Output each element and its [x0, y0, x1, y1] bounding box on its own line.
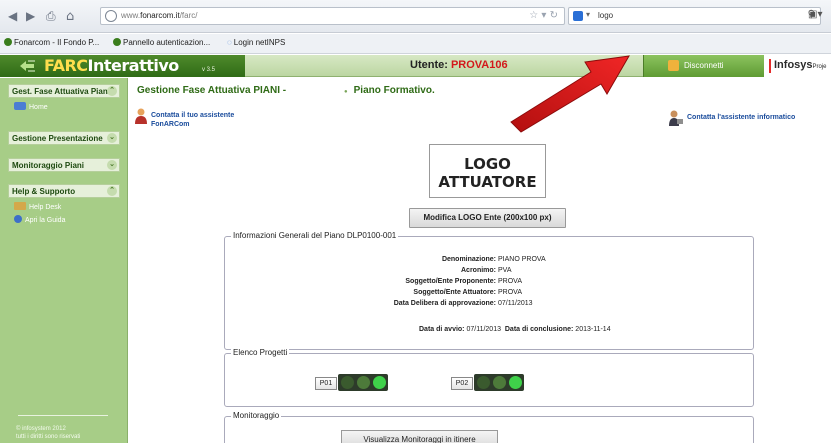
sidebar-section-gest-fase[interactable]: Gest. Fase Attuativa Piani ⌃	[8, 84, 120, 98]
bookmark-item[interactable]: ◌ Login netINPS	[227, 38, 285, 47]
browser-toolbar: ◀ ▶ ⎙ ⌂ www.fonarcom.it/farc/ ☆ ▾ ↻ ▾ lo…	[0, 0, 831, 33]
app-logo[interactable]: FARCInterattivo v 3.5	[0, 55, 245, 77]
edit-logo-button[interactable]: Modifica LOGO Ente (200x100 px)	[409, 208, 566, 228]
sidebar-section-monitoraggio[interactable]: Monitoraggio Piani ⌄	[8, 158, 120, 172]
status-traffic-light	[338, 374, 388, 391]
monitoring-panel: Monitoraggio Visualizza Monitoraggi in i…	[224, 411, 754, 443]
sidebar-item-help-desk[interactable]: Help Desk	[14, 202, 61, 211]
projects-legend: Elenco Progetti	[231, 348, 290, 357]
bookmark-icon	[113, 38, 121, 46]
bookmarks-bar: Fonarcom - Il Fondo P... Pannello autent…	[0, 34, 831, 54]
help-desk-icon	[14, 202, 26, 210]
sidebar-divider	[18, 415, 108, 416]
main-content: Gestione Fase Attuativa PIANI - ● Piano F…	[129, 78, 831, 443]
project-code[interactable]: P02	[451, 377, 473, 390]
plan-info-panel: Informazioni Generali del Piano DLP0100-…	[224, 231, 754, 350]
brand-bar	[769, 59, 771, 73]
search-bar[interactable]: ▾ logo ⚲	[568, 7, 821, 25]
url-text[interactable]: www.fonarcom.it/farc/	[121, 11, 197, 20]
search-input[interactable]: logo	[598, 11, 613, 20]
sidebar-section-gestione-presentazione[interactable]: Gestione Presentazione ⌄	[8, 131, 120, 145]
page-title: Gestione Fase Attuativa PIANI -	[137, 85, 287, 96]
chevron-down-icon[interactable]: ▾	[586, 10, 590, 19]
assistant-icon	[135, 108, 147, 124]
sidebar: Gest. Fase Attuativa Piani ⌃ Home Gestio…	[0, 78, 128, 443]
status-traffic-light	[474, 374, 524, 391]
plan-dates: Data di avvio: 07/11/2013 Data di conclu…	[419, 326, 611, 333]
sidebar-item-guide[interactable]: Apri la Guida	[14, 215, 65, 224]
app-name: FARCInterattivo	[44, 56, 179, 75]
logout-icon	[668, 60, 679, 71]
sidebar-footer: © infosystem 2012 tutti i diritti sono r…	[16, 426, 81, 440]
monitoring-legend: Monitoraggio	[231, 411, 282, 420]
forward-icon[interactable]: ▶	[26, 9, 35, 23]
projects-panel: Elenco Progetti P01 P02	[224, 348, 754, 407]
search-engine-icon[interactable]	[573, 11, 583, 21]
home-icon	[14, 102, 26, 110]
app-header: FARCInterattivo v 3.5 Utente: PROVA106 D…	[0, 55, 831, 77]
url-bar[interactable]: www.fonarcom.it/farc/ ☆ ▾ ↻	[100, 7, 565, 25]
sidebar-item-home[interactable]: Home	[14, 102, 48, 111]
disconnect-button[interactable]: Disconnetti	[643, 55, 764, 77]
bookmark-icon	[4, 38, 12, 46]
chevron-up-icon[interactable]: ⌃	[107, 86, 117, 96]
bookmark-icon: ◌	[227, 38, 232, 47]
chevron-up-icon[interactable]: ⌃	[107, 186, 117, 196]
chevron-down-icon[interactable]: ⌄	[107, 160, 117, 170]
project-code[interactable]: P01	[315, 377, 337, 390]
attuatore-logo: LOGO ATTUATORE	[429, 144, 546, 198]
infosys-brand: InfosysProje	[764, 55, 831, 77]
sidebar-section-help[interactable]: Help & Supporto ⌃	[8, 184, 120, 198]
bookmark-item[interactable]: Pannello autenticazion...	[113, 38, 210, 47]
page-subtitle: ● Piano Formativo.	[344, 85, 435, 96]
bookmark-item[interactable]: Fonarcom - Il Fondo P...	[4, 38, 99, 47]
back-icon[interactable]: ◀	[8, 9, 17, 23]
chevron-down-icon[interactable]: ⌄	[107, 133, 117, 143]
print-icon[interactable]: ⎙	[46, 9, 56, 24]
menu-icon[interactable]: ▣▾	[808, 9, 822, 20]
view-monitoring-button[interactable]: Visualizza Monitoraggi in itinere	[341, 430, 498, 443]
current-user: Utente: PROVA106	[410, 59, 508, 71]
bookmark-star-icon[interactable]: ☆ ▾ ↻	[529, 10, 558, 21]
help-icon	[14, 215, 22, 223]
browser-window: ◀ ▶ ⎙ ⌂ www.fonarcom.it/farc/ ☆ ▾ ↻ ▾ lo…	[0, 0, 831, 443]
plan-info-legend: Informazioni Generali del Piano DLP0100-…	[231, 231, 399, 240]
app-version: v 3.5	[202, 67, 216, 73]
home-icon[interactable]: ⌂	[66, 9, 74, 24]
site-identity-icon[interactable]	[105, 10, 117, 22]
it-assistant-icon	[669, 110, 683, 126]
logo-arrows-icon	[20, 60, 35, 72]
